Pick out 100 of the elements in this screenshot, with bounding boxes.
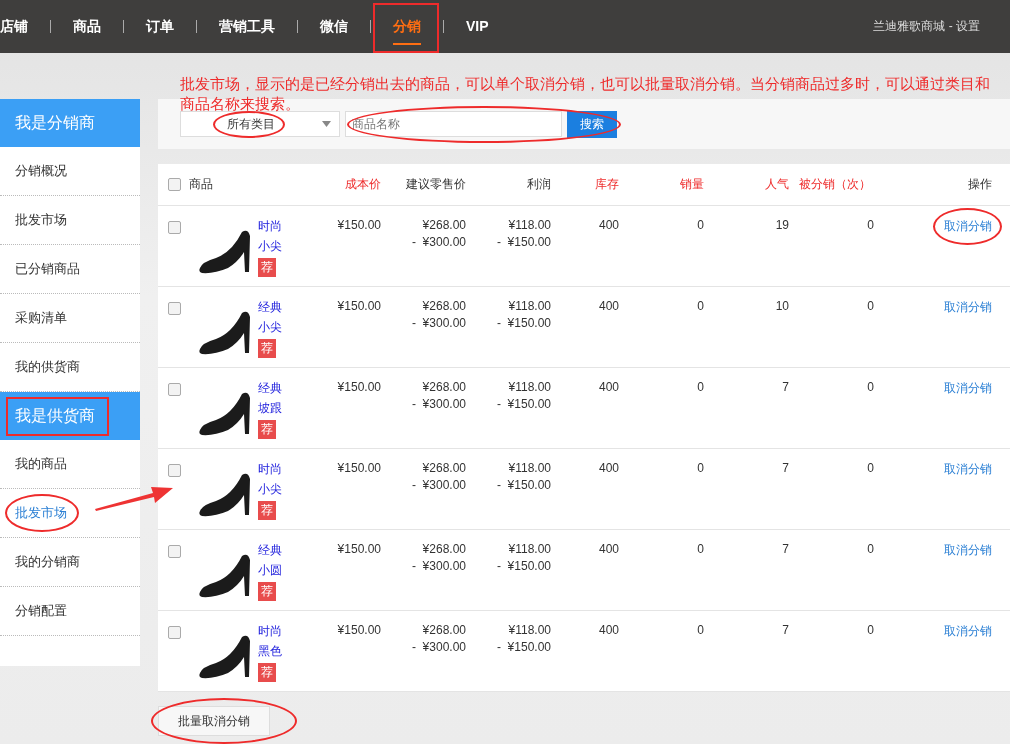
product-name-link[interactable]: 时尚 <box>258 218 282 235</box>
recommended-badge: 荐 <box>258 582 276 601</box>
table-cell-text: ¥150.00 <box>336 217 381 232</box>
table-cell-text: ¥150.00 <box>336 379 381 394</box>
table-cell-text: 0 <box>696 622 704 637</box>
row-checkbox[interactable] <box>168 626 181 639</box>
table-cell-text: 400 <box>597 217 619 232</box>
cancel-distribution-link[interactable]: 取消分销 <box>944 299 992 316</box>
column-header: 被分销（次） <box>798 176 872 193</box>
price-range-text: - ¥150.00 <box>496 316 551 330</box>
caret-icon <box>322 121 331 127</box>
price-range-text: ¥268.00 <box>422 461 466 475</box>
table-cell-text: 0 <box>696 379 704 394</box>
table-cell-text: 0 <box>866 379 874 394</box>
table-cell-text: ¥150.00 <box>336 298 381 313</box>
category-select[interactable]: 所有类目 <box>180 111 340 137</box>
cancel-distribution-link[interactable]: 取消分销 <box>944 380 992 397</box>
nav-tab[interactable]: 分销 <box>393 0 421 53</box>
nav-tab[interactable]: VIP <box>466 0 489 53</box>
price-range-text: ¥118.00 <box>508 542 551 556</box>
product-name-link[interactable]: 黑色 <box>258 643 282 660</box>
price-range-text: ¥118.00 <box>508 623 551 637</box>
price-range-text: ¥268.00 <box>422 542 466 556</box>
select-all-checkbox[interactable] <box>168 178 181 191</box>
price-range-text: ¥268.00 <box>422 218 466 232</box>
recommended-badge: 荐 <box>258 258 276 277</box>
sidebar-item[interactable]: 批发市场 <box>15 211 67 229</box>
table-cell-text: 0 <box>866 298 874 313</box>
price-range-text: - ¥150.00 <box>496 397 551 411</box>
sidebar-item[interactable]: 批发市场 <box>15 504 67 522</box>
column-header: 操作 <box>967 176 992 193</box>
row-checkbox[interactable] <box>168 302 181 315</box>
column-header: 人气 <box>764 176 789 193</box>
account-settings-link[interactable]: 兰迪雅歌商城 - 设置 <box>873 18 980 35</box>
product-name-link[interactable]: 经典 <box>258 542 282 559</box>
cancel-distribution-link[interactable]: 取消分销 <box>944 218 992 235</box>
price-range-text: ¥118.00 <box>508 380 551 394</box>
product-name-link[interactable]: 坡跟 <box>258 400 282 417</box>
product-name-link[interactable]: 小尖 <box>258 238 282 255</box>
price-range-text: - ¥150.00 <box>496 235 551 249</box>
table-cell-text: 0 <box>696 541 704 556</box>
row-checkbox[interactable] <box>168 545 181 558</box>
column-header: 建议零售价 <box>405 176 466 193</box>
table-cell-text: 400 <box>597 460 619 475</box>
row-checkbox[interactable] <box>168 221 181 234</box>
cancel-distribution-link[interactable]: 取消分销 <box>944 623 992 640</box>
search-button[interactable]: 搜索 <box>567 110 617 138</box>
product-name-link[interactable]: 经典 <box>258 380 282 397</box>
price-range-text: ¥118.00 <box>508 299 551 313</box>
price-range-text: - ¥300.00 <box>411 559 466 573</box>
price-range-text: - ¥300.00 <box>411 316 466 330</box>
price-range-text: ¥268.00 <box>422 299 466 313</box>
sidebar-item[interactable]: 我的供货商 <box>15 358 80 376</box>
table-cell-text: ¥150.00 <box>336 622 381 637</box>
table-cell-text: 0 <box>696 217 704 232</box>
price-range-text: - ¥150.00 <box>496 559 551 573</box>
table-cell-text: 400 <box>597 379 619 394</box>
nav-tab[interactable]: 商品 <box>73 0 101 53</box>
table-cell-text: 0 <box>696 298 704 313</box>
section-title: 我是供货商 <box>15 405 95 426</box>
recommended-badge: 荐 <box>258 339 276 358</box>
sidebar-item[interactable]: 采购清单 <box>15 309 67 327</box>
nav-tab[interactable]: 订单 <box>146 0 174 53</box>
product-name-search-field[interactable]: 商品名称 <box>345 111 562 137</box>
product-name-link[interactable]: 小尖 <box>258 481 282 498</box>
table-cell-text: 400 <box>597 298 619 313</box>
product-name-link[interactable]: 时尚 <box>258 461 282 478</box>
product-name-link[interactable]: 小尖 <box>258 319 282 336</box>
table-cell-text: 7 <box>781 622 789 637</box>
price-range-text: - ¥150.00 <box>496 478 551 492</box>
table-cell-text: 7 <box>781 541 789 556</box>
price-range-text: - ¥300.00 <box>411 478 466 492</box>
sidebar-item[interactable]: 已分销商品 <box>15 260 80 278</box>
column-header: 成本价 <box>344 176 381 193</box>
column-header: 销量 <box>679 176 704 193</box>
product-name-link[interactable]: 时尚 <box>258 623 282 640</box>
batch-cancel-button[interactable]: 批量取消分销 <box>158 706 270 736</box>
nav-tab[interactable]: 店铺 <box>0 0 28 53</box>
sidebar-item[interactable]: 我的分销商 <box>15 553 80 571</box>
price-range-text: - ¥300.00 <box>411 397 466 411</box>
row-checkbox[interactable] <box>168 464 181 477</box>
sidebar-item[interactable]: 我的商品 <box>15 455 67 473</box>
sidebar-item[interactable]: 分销概况 <box>15 162 67 180</box>
table-cell-text: 7 <box>781 379 789 394</box>
table-cell-text: 0 <box>866 541 874 556</box>
cancel-distribution-link[interactable]: 取消分销 <box>944 461 992 478</box>
cancel-distribution-link[interactable]: 取消分销 <box>944 542 992 559</box>
table-cell-text: 400 <box>597 541 619 556</box>
row-checkbox[interactable] <box>168 383 181 396</box>
nav-tab[interactable]: 微信 <box>320 0 348 53</box>
sidebar-item[interactable]: 分销配置 <box>15 602 67 620</box>
column-header: 商品 <box>188 176 214 193</box>
recommended-badge: 荐 <box>258 420 276 439</box>
product-name-link[interactable]: 经典 <box>258 299 282 316</box>
table-cell-text: 10 <box>774 298 789 313</box>
section-title: 我是分销商 <box>15 112 95 133</box>
nav-tab[interactable]: 营销工具 <box>219 0 275 53</box>
table-cell-text: 7 <box>781 460 789 475</box>
table-cell-text: 0 <box>696 460 704 475</box>
product-name-link[interactable]: 小圆 <box>258 562 282 579</box>
